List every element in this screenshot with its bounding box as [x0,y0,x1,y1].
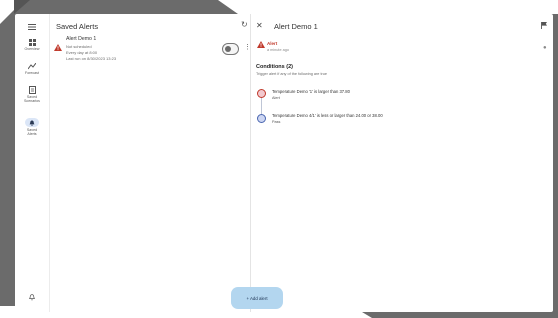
nav-selected-pill [25,118,39,127]
conditions-subtitle: Trigger alert if any of the following ar… [256,72,327,76]
flag-icon[interactable] [541,22,547,29]
side-indicator-icon[interactable]: ● [543,45,547,51]
alert-list-panel: Saved Alerts ↻ Alert Demo 1 Not schedule… [50,14,283,312]
warning-icon [54,44,62,51]
alert-title: Alert Demo 1 [66,36,97,42]
conditions-title: Conditions (2) [256,64,293,70]
detail-title: Alert Demo 1 [274,22,318,31]
alert-schedule: Not scheduled [66,44,92,49]
toggle-knob [225,46,231,52]
grid-icon [28,39,36,46]
close-icon[interactable]: ✕ [256,21,263,30]
alert-status-icon [257,41,265,48]
more-options-icon[interactable]: ⋮ [244,44,251,51]
alert-frequency: Every day at 8:00 [66,50,98,55]
nav-overview[interactable]: Overview [15,39,49,51]
app-window: Overview Forecast Saved Scenarios Saved … [15,14,553,312]
alert-last-run: Last run on 8/30/2023 13:23 [66,56,117,61]
nav-saved-scenarios[interactable]: Saved Scenarios [15,86,49,104]
forecast-icon [28,63,36,70]
nav-saved-scenarios-label: Saved Scenarios [24,95,40,104]
refresh-icon[interactable]: ↻ [241,20,248,29]
hamburger-icon [28,24,36,30]
nav-saved-alerts[interactable]: Saved Alerts [15,118,49,137]
nav-forecast-label: Forecast [25,71,39,75]
nav-saved-alerts-label: Saved Alerts [26,128,38,137]
nav-overview-label: Overview [24,47,40,51]
alert-detail-panel: ✕ Alert Demo 1 ● Alert a minute ago Cond… [251,14,553,312]
condition-1-state: Alert [272,96,280,100]
condition-1-text: Temperature Demo '1' is larger than 37.8… [272,89,350,94]
bell-outline-icon [29,294,35,301]
alert-enable-toggle[interactable] [222,43,239,55]
menu-button[interactable] [15,24,49,30]
notifications-button[interactable] [15,294,49,301]
nav-rail: Overview Forecast Saved Scenarios Saved … [15,14,50,312]
panel-title: Saved Alerts [56,22,99,31]
condition-2-text: Temperature Demo 4/1' is less or larger … [272,113,383,118]
alert-status-time: a minute ago [267,48,289,52]
alert-status-label: Alert [267,41,278,46]
scenarios-icon [28,86,36,94]
condition-pass-node [257,114,266,123]
condition-alert-node [257,89,266,98]
bell-icon [29,120,35,126]
list-item[interactable]: Alert Demo 1 Not scheduled Every day at … [50,36,251,70]
nav-forecast[interactable]: Forecast [15,63,49,75]
condition-2-state: Pass [272,120,281,124]
